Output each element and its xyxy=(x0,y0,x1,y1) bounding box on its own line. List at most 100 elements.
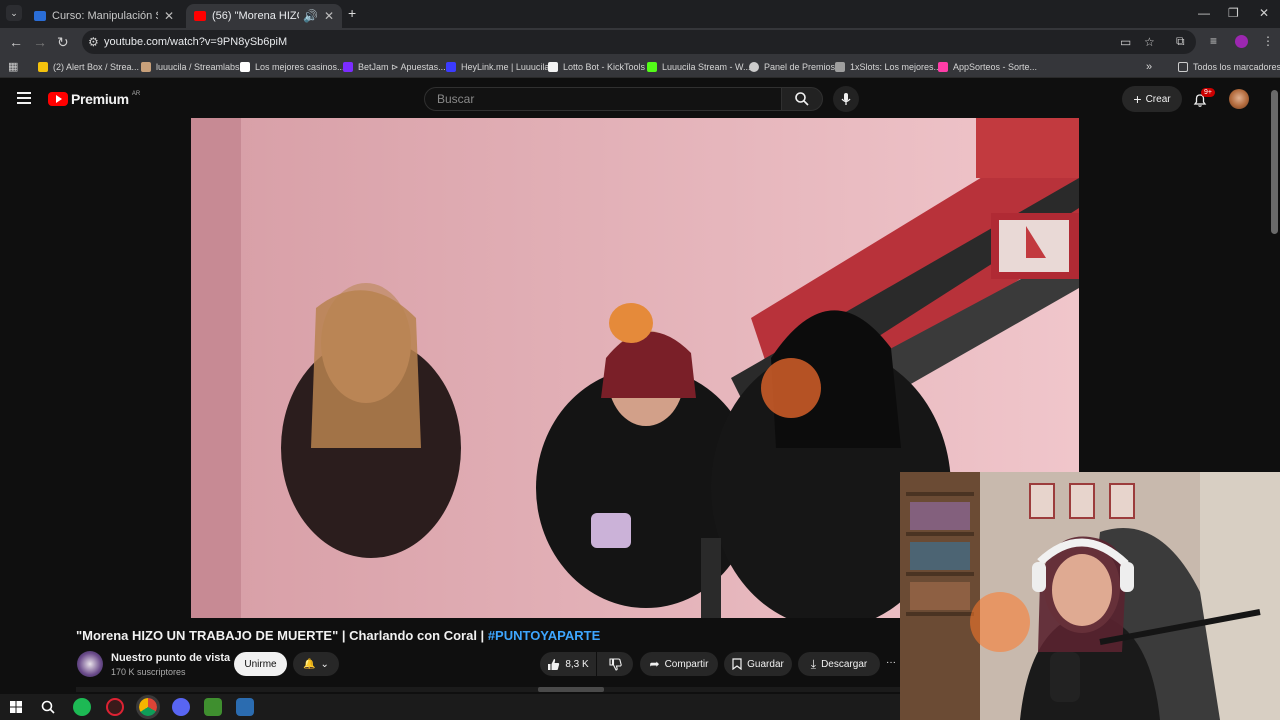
os-taskbar xyxy=(0,694,900,720)
bookmark-item[interactable]: Luuucila Stream - W... xyxy=(647,60,751,74)
webcam-scene xyxy=(900,472,1280,720)
speaker-icon[interactable]: 🔊 xyxy=(303,9,318,23)
scrollbar-thumb[interactable] xyxy=(538,687,604,692)
chrome-icon[interactable] xyxy=(136,695,160,719)
bookmark-item[interactable]: HeyLink.me | Luuucila xyxy=(446,60,549,74)
channel-name[interactable]: Nuestro punto de vista xyxy=(111,652,230,664)
tab-strip: ⌄ Curso: Manipulación Segura de ✕ (56) "… xyxy=(0,0,1280,28)
all-bookmarks-folder[interactable]: Todos los marcadores xyxy=(1178,60,1280,74)
video-title: "Morena HIZO UN TRABAJO DE MUERTE" | Cha… xyxy=(76,628,600,643)
chevron-down-icon: ⌄ xyxy=(320,658,329,670)
bookmark-favicon-icon xyxy=(240,62,250,72)
dislike-button[interactable] xyxy=(597,652,633,676)
bookmark-item[interactable]: luuucila / Streamlabs xyxy=(141,60,240,74)
share-button[interactable]: ➦ Compartir xyxy=(640,652,718,676)
bookmark-favicon-icon xyxy=(446,62,456,72)
profile-avatar[interactable] xyxy=(1235,35,1248,48)
scrollbar-thumb[interactable] xyxy=(1271,90,1278,234)
page-scrollbar[interactable] xyxy=(1271,90,1278,470)
notifications-button[interactable]: 9+ xyxy=(1192,88,1215,110)
hashtag-link[interactable]: #PUNTOYAPARTE xyxy=(488,628,600,643)
game-app-icon[interactable] xyxy=(106,698,124,716)
bookmark-item[interactable]: (2) Alert Box / Strea... xyxy=(38,60,139,74)
subscriber-count: 170 K suscriptores xyxy=(111,667,186,677)
cast-icon[interactable]: ▭ xyxy=(1120,35,1131,49)
voice-search-button[interactable] xyxy=(833,86,859,112)
video-title-text: "Morena HIZO UN TRABAJO DE MUERTE" | Cha… xyxy=(76,628,488,643)
address-bar-row: ← → ↻ ⚙ youtube.com/watch?v=9PN8ySb6piM … xyxy=(0,28,1280,56)
streamer-webcam-overlay xyxy=(900,472,1280,720)
media-controls-icon[interactable]: ≡ xyxy=(1210,34,1217,48)
channel-avatar[interactable] xyxy=(77,651,103,677)
bookmark-favicon-icon xyxy=(835,62,845,72)
tab-favicon-icon xyxy=(34,11,46,21)
share-label: Compartir xyxy=(664,658,709,670)
bookmark-item[interactable]: AppSorteos - Sorte... xyxy=(938,60,1037,74)
search-input[interactable]: Buscar xyxy=(424,87,782,111)
like-count: 8,3 K xyxy=(565,658,589,670)
download-label: Descargar xyxy=(821,658,868,670)
bookmark-item[interactable]: Panel de Premios xyxy=(749,60,835,74)
back-icon[interactable]: ← xyxy=(9,34,23,50)
url-bar[interactable]: ⚙ youtube.com/watch?v=9PN8ySb6piM ▭ ☆ xyxy=(82,30,1196,54)
windows-start-icon[interactable] xyxy=(7,698,25,716)
save-button[interactable]: Guardar xyxy=(724,652,792,676)
account-avatar[interactable] xyxy=(1229,89,1249,109)
bookmark-favicon-icon xyxy=(647,62,657,72)
search-icon xyxy=(795,92,809,106)
bell-icon: 🔔 xyxy=(303,658,316,670)
apps-grid-icon[interactable]: ▦ xyxy=(8,60,18,73)
reload-icon[interactable]: ↻ xyxy=(57,34,69,51)
youtube-favicon-icon xyxy=(194,11,206,21)
create-button[interactable]: + Crear xyxy=(1122,86,1182,112)
more-actions-button[interactable]: ··· xyxy=(886,657,896,668)
taskbar-search-icon[interactable] xyxy=(39,698,57,716)
thumbs-up-icon xyxy=(548,658,560,670)
region-code: AR xyxy=(131,91,141,97)
bookmark-favicon-icon xyxy=(938,62,948,72)
bookmark-favicon-icon xyxy=(38,62,48,72)
minecraft-icon[interactable] xyxy=(204,698,222,716)
hamburger-menu-icon[interactable] xyxy=(17,92,31,104)
logo-text: Premium xyxy=(71,91,129,107)
tab-curso[interactable]: Curso: Manipulación Segura de ✕ xyxy=(26,4,182,28)
search-button[interactable] xyxy=(781,87,823,111)
notification-badge: 9+ xyxy=(1201,88,1215,97)
browser-menu-icon[interactable]: ⋮ xyxy=(1262,34,1274,48)
bookmarks-overflow-icon[interactable]: » xyxy=(1146,60,1152,74)
bookmark-star-icon[interactable]: ☆ xyxy=(1144,35,1155,49)
bookmark-item[interactable]: BetJam ⊳ Apuestas... xyxy=(343,60,446,74)
tab-title: (56) "Morena HIZO UN TRA xyxy=(212,10,299,22)
horizontal-scrollbar[interactable] xyxy=(76,687,900,692)
discord-icon[interactable] xyxy=(172,698,190,716)
bookmark-favicon-icon xyxy=(749,62,759,72)
tab-youtube[interactable]: (56) "Morena HIZO UN TRA 🔊 ✕ xyxy=(186,4,342,28)
download-button[interactable]: ⤓ Descargar xyxy=(798,652,880,676)
subscribe-notifications-button[interactable]: 🔔 ⌄ xyxy=(293,652,339,676)
extensions-icon[interactable]: ⧉ xyxy=(1176,34,1185,49)
bookmark-item[interactable]: Los mejores casinos... xyxy=(240,60,345,74)
microphone-icon xyxy=(841,93,851,105)
site-info-icon[interactable]: ⚙ xyxy=(88,35,99,49)
youtube-logo[interactable]: Premium AR xyxy=(48,91,140,107)
bookmark-icon xyxy=(732,658,742,670)
maximize-icon[interactable]: ❐ xyxy=(1228,6,1239,20)
new-tab-button[interactable]: + xyxy=(348,5,356,21)
close-tab-icon[interactable]: ✕ xyxy=(164,9,174,23)
close-window-icon[interactable]: ✕ xyxy=(1259,6,1269,20)
minimize-icon[interactable]: — xyxy=(1198,6,1210,20)
tab-search-button[interactable]: ⌄ xyxy=(6,5,22,21)
bookmark-favicon-icon xyxy=(343,62,353,72)
bookmark-item[interactable]: Lotto Bot - KickTools xyxy=(548,60,645,74)
calculator-icon[interactable] xyxy=(236,698,254,716)
forward-icon[interactable]: → xyxy=(33,34,47,50)
bookmark-favicon-icon xyxy=(548,62,558,72)
bookmark-item[interactable]: 1xSlots: Los mejores... xyxy=(835,60,941,74)
youtube-play-logo-icon xyxy=(48,92,68,106)
folder-icon xyxy=(1178,62,1188,72)
close-tab-icon[interactable]: ✕ xyxy=(324,9,334,23)
bookmarks-bar: ▦ (2) Alert Box / Strea... luuucila / St… xyxy=(0,56,1280,78)
like-button[interactable]: 8,3 K xyxy=(540,652,596,676)
spotify-icon[interactable] xyxy=(73,698,91,716)
join-button[interactable]: Unirme xyxy=(234,652,287,676)
